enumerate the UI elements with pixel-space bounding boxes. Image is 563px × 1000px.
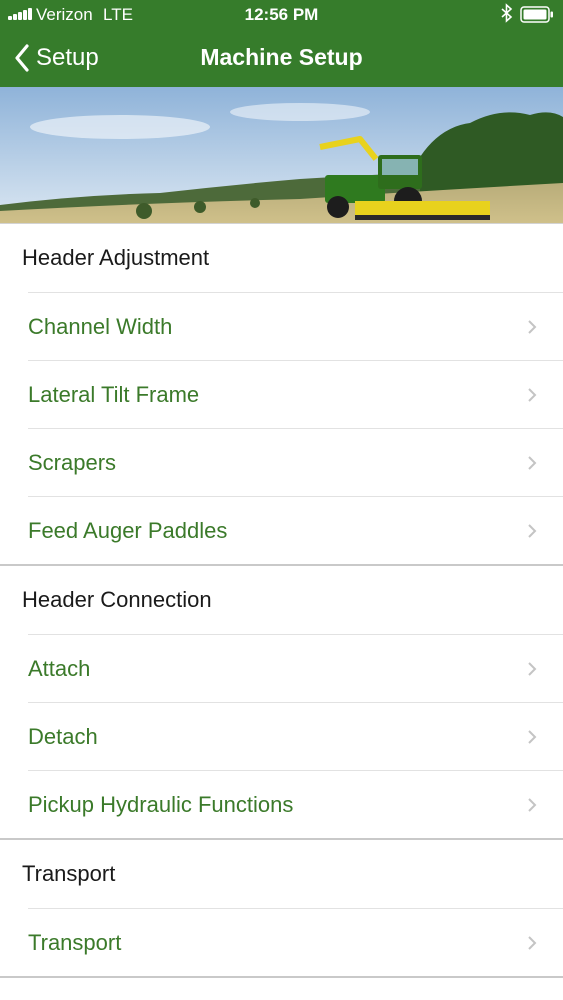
top-bar: Verizon LTE 12:56 PM Setup Machine Setup (0, 0, 563, 87)
list-item-label: Channel Width (28, 313, 173, 339)
list-item-lateral-tilt-frame[interactable]: Lateral Tilt Frame (28, 360, 563, 428)
list-item-label: Lateral Tilt Frame (28, 381, 200, 407)
status-time: 12:56 PM (244, 5, 319, 24)
list-item-label: Pickup Hydraulic Functions (28, 791, 294, 817)
list-item-detach[interactable]: Detach (28, 702, 563, 770)
navigation-bar: Setup Machine Setup (0, 30, 563, 87)
list-item-scrapers[interactable]: Scrapers (28, 428, 563, 496)
chevron-right-icon (528, 524, 537, 538)
chevron-right-icon (528, 798, 537, 812)
list-item-label: Attach (28, 655, 91, 681)
list-item-pickup-hydraulic-functions[interactable]: Pickup Hydraulic Functions (28, 770, 563, 838)
chevron-right-icon (528, 320, 537, 334)
setup-list: Header Adjustment Channel Width Lateral … (0, 223, 563, 1000)
status-bar: Verizon LTE 12:56 PM (0, 0, 563, 30)
list-item-feed-auger-paddles[interactable]: Feed Auger Paddles (28, 496, 563, 564)
chevron-right-icon (528, 730, 537, 744)
bluetooth-icon (501, 3, 513, 23)
section-header: Harvester Adjustment (0, 978, 563, 1000)
chevron-right-icon (528, 456, 537, 470)
section-header: Header Adjustment (22, 245, 210, 270)
list-item-label: Scrapers (28, 449, 117, 475)
list-item-label: Transport (28, 929, 122, 955)
section-header: Transport (22, 861, 116, 886)
chevron-right-icon (528, 662, 537, 676)
list-item-attach[interactable]: Attach (28, 634, 563, 702)
battery-icon (520, 6, 553, 23)
list-item-label: Detach (28, 723, 98, 749)
banner-image (0, 87, 563, 223)
list-item-transport[interactable]: Transport (28, 908, 563, 976)
chevron-right-icon (528, 388, 537, 402)
list-item-channel-width[interactable]: Channel Width (28, 292, 563, 360)
section-header: Header Connection (22, 587, 212, 612)
page-title: Machine Setup (200, 44, 363, 70)
chevron-right-icon (528, 936, 537, 950)
list-item-label: Feed Auger Paddles (28, 517, 228, 543)
forage-harvester-photo (0, 87, 563, 223)
